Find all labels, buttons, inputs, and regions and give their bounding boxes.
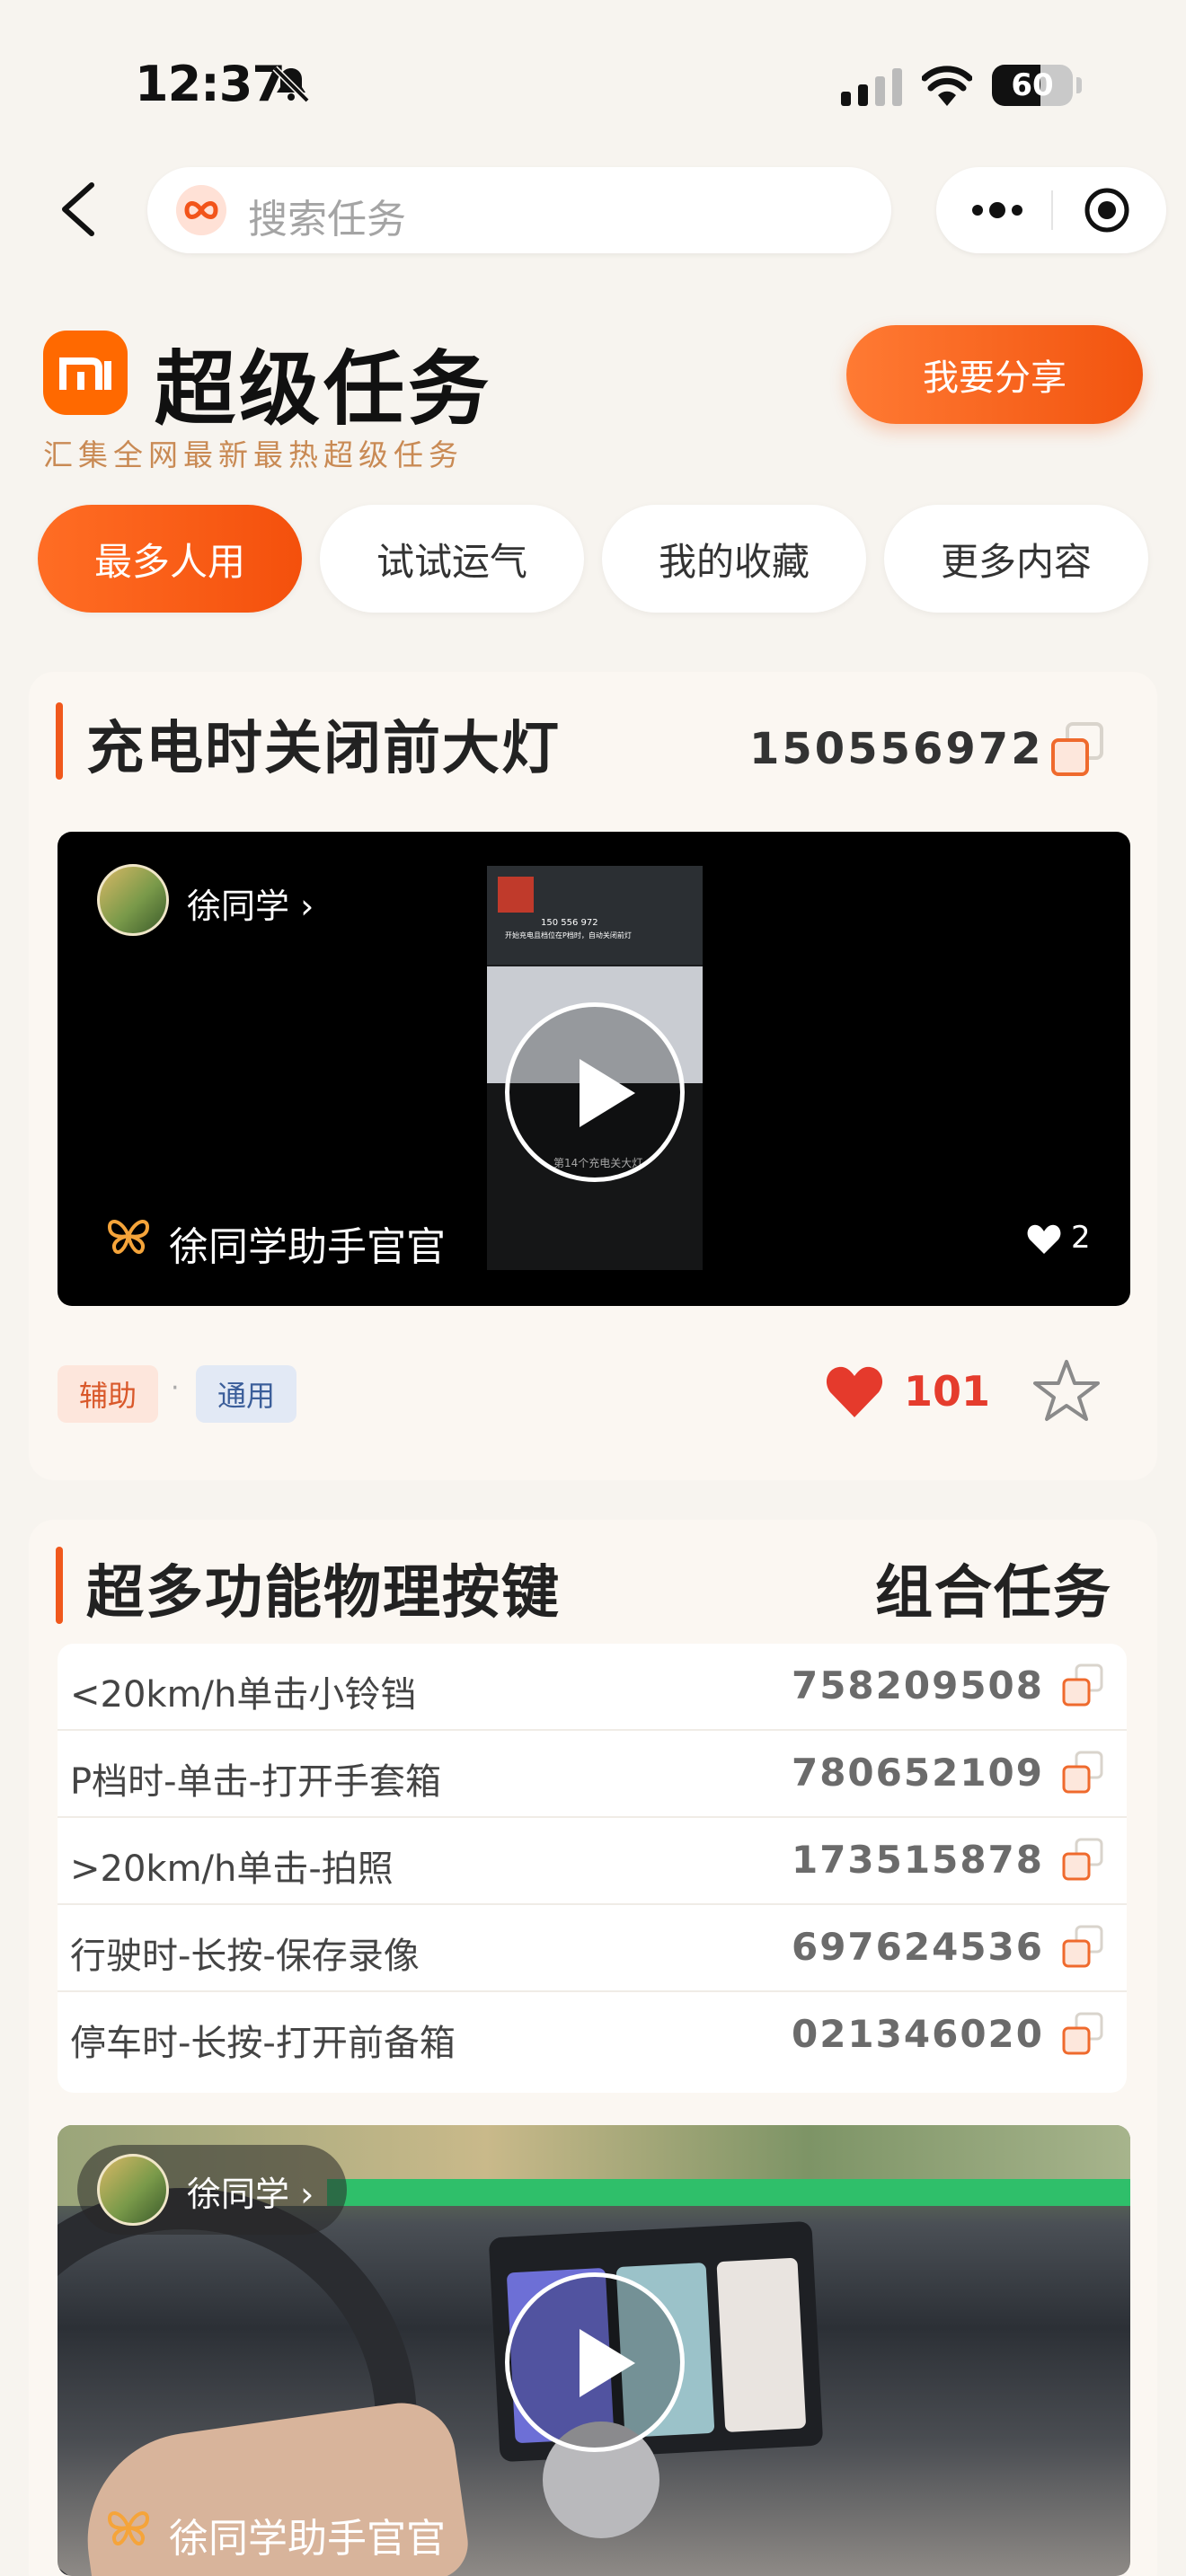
brand-logo [43,331,128,415]
brand-butterfly-icon [107,2511,150,2545]
combo-task-title: 超多功能物理按键 [86,1560,561,1627]
close-target-icon[interactable] [1084,187,1130,234]
mi-logo-icon [59,357,111,390]
heart-icon [1027,1224,1061,1254]
video-likes: 2 [1071,1220,1091,1256]
battery-tip [1076,77,1082,93]
combo-task-list: <20km/h单击小铃铛 758209508 P档时-单击-打开手套箱 7806… [58,1644,1127,2093]
tab-most-used[interactable]: 最多人用 [38,505,302,613]
item-code: 021346020 [791,2012,1044,2056]
page-title: 超级任务 [155,342,492,437]
item-code: 758209508 [791,1663,1044,1707]
list-item[interactable]: 停车时-长按-打开前备箱 021346020 [58,1992,1127,2079]
capsule-divider [1051,190,1053,230]
battery-level: 60 [1011,67,1054,103]
tag-separator: · [171,1372,180,1404]
tab-more-content[interactable]: 更多内容 [884,505,1148,613]
title-accent-bar [56,702,63,780]
video-background-fence [327,2179,1130,2206]
mini-program-capsule [936,167,1166,253]
battery-indicator: 60 [992,65,1073,106]
wifi-icon [922,66,972,106]
play-button[interactable] [505,2272,685,2452]
video-brand-name: 徐同学助手官官 [169,1224,446,1270]
author-name[interactable]: 徐同学 › [187,2166,314,2216]
tab-try-luck[interactable]: 试试运气 [320,505,584,613]
more-icon[interactable] [970,198,1024,223]
list-item[interactable]: 行驶时-长按-保存录像 697624536 [58,1905,1127,1992]
item-label: 停车时-长按-打开前备箱 [70,2023,456,2064]
item-label: <20km/h单击小铃铛 [70,1674,417,1716]
video-frame-marker [498,877,534,913]
video-overlay-code: 150 556 972 [541,918,598,928]
tag-assist: 辅助 [58,1365,158,1423]
avatar[interactable] [97,2154,169,2226]
app-logo-icon [176,185,226,235]
status-time: 12:37 [135,56,286,112]
tag-general: 通用 [196,1365,296,1423]
author-name[interactable]: 徐同学 › [187,878,314,928]
title-accent-bar [56,1547,63,1624]
signal-icon [841,68,902,106]
back-icon[interactable] [56,180,101,239]
page-subtitle: 汇集全网最新最热超级任务 [43,437,464,472]
favorite-heart-icon[interactable] [825,1365,884,1419]
copy-icon[interactable] [1060,1923,1105,1972]
video-overlay-line: 开始充电且档位在P档时，自动关闭前灯 [505,931,632,940]
item-code: 173515878 [791,1838,1044,1882]
list-item[interactable]: <20km/h单击小铃铛 758209508 [58,1644,1127,1731]
combo-task-badge: 组合任务 [875,1560,1112,1627]
video-screen-panel-3 [716,2257,807,2433]
copy-icon[interactable] [1060,1749,1105,1797]
item-code: 697624536 [791,1925,1044,1969]
item-label: >20km/h单击-拍照 [70,1848,394,1890]
avatar[interactable] [97,864,169,936]
search-placeholder: 搜索任务 [248,197,406,243]
task-code: 150556972 [749,724,1044,774]
star-icon[interactable] [1033,1358,1100,1423]
copy-icon[interactable] [1046,717,1109,780]
tab-my-favorites[interactable]: 我的收藏 [602,505,866,613]
task-video[interactable]: 150 556 972 开始充电且档位在P档时，自动关闭前灯 第14个充电关大灯… [58,832,1130,1306]
play-button[interactable] [505,1002,685,1182]
list-item[interactable]: P档时-单击-打开手套箱 780652109 [58,1731,1127,1818]
bell-muted-icon [272,66,310,103]
list-item[interactable]: >20km/h单击-拍照 173515878 [58,1818,1127,1905]
copy-icon[interactable] [1060,2010,1105,2059]
favorite-count: 101 [904,1367,991,1416]
item-label: 行驶时-长按-保存录像 [70,1936,420,1977]
search-input[interactable]: 搜索任务 [147,167,891,253]
copy-icon[interactable] [1060,1662,1105,1710]
share-button[interactable]: 我要分享 [846,325,1143,424]
video-brand-name: 徐同学助手官官 [169,2516,446,2562]
combo-task-video[interactable]: 徐同学 › 徐同学助手官官 [58,2125,1130,2576]
brand-butterfly-icon [107,1220,150,1254]
item-code: 780652109 [791,1751,1044,1795]
task-title: 充电时关闭前大灯 [86,716,561,782]
item-label: P档时-单击-打开手套箱 [70,1761,441,1803]
copy-icon[interactable] [1060,1836,1105,1884]
